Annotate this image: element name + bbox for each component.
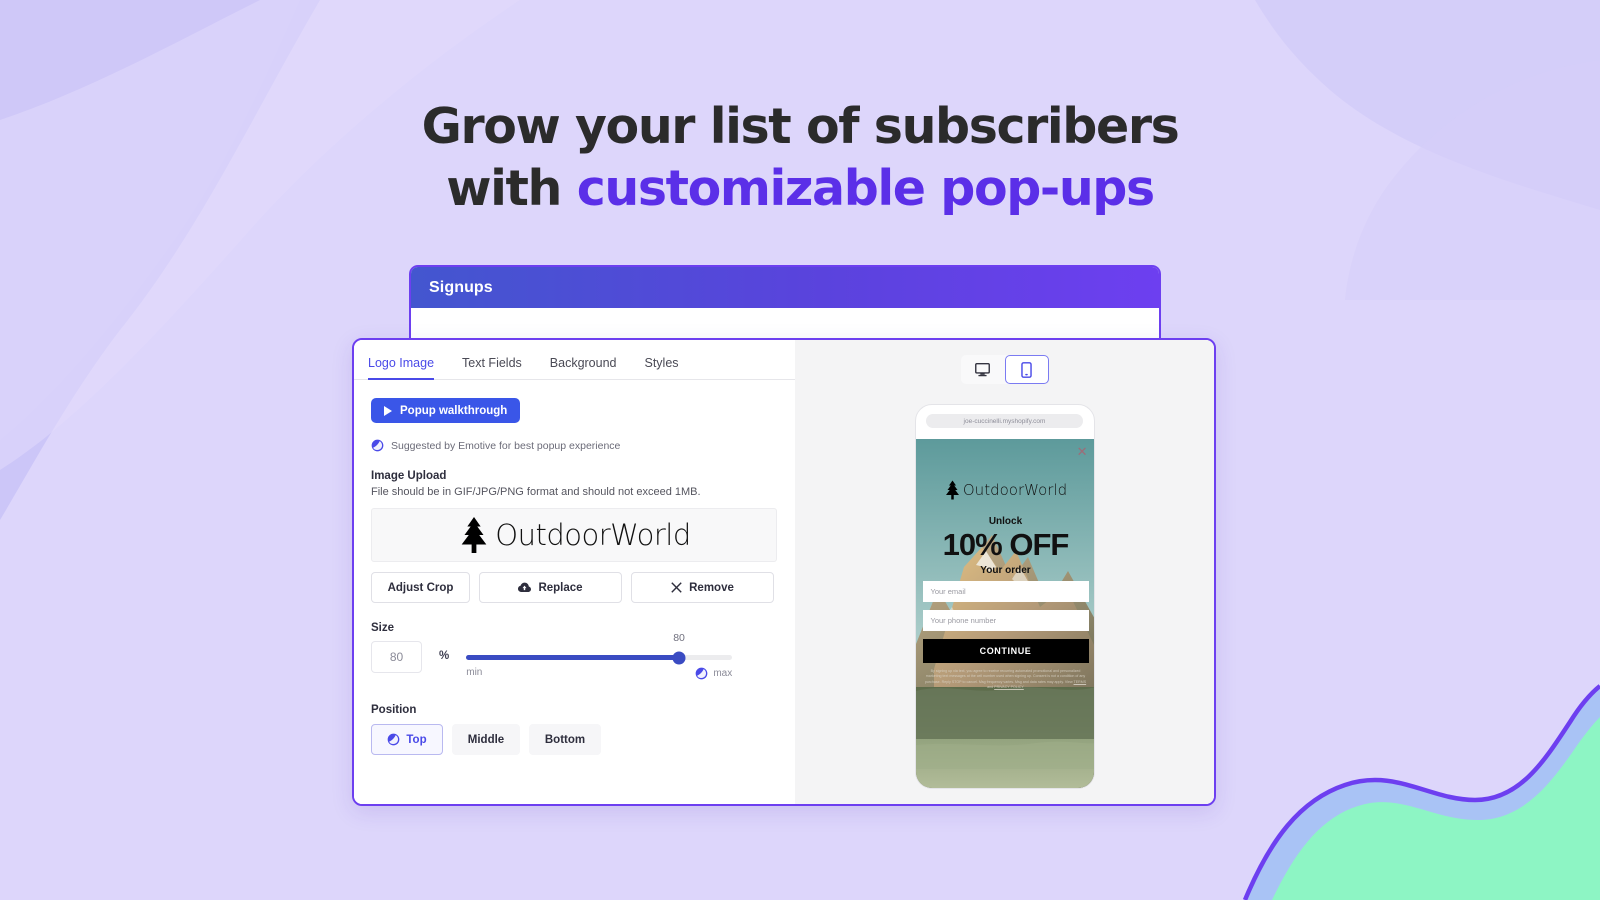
- signups-title: Signups: [429, 278, 493, 296]
- position-top-label: Top: [406, 733, 427, 746]
- monitor-icon: [975, 362, 990, 376]
- popup-continue-button[interactable]: CONTINUE: [922, 639, 1089, 663]
- headline-line-1: Grow your list of subscribers: [421, 98, 1180, 155]
- size-max-label: max: [713, 668, 733, 679]
- remove-image-button[interactable]: Remove: [631, 572, 774, 603]
- size-slider[interactable]: 80 min max: [466, 632, 733, 680]
- popup-phone-placeholder: Your phone number: [930, 616, 997, 625]
- size-unit-label: %: [439, 650, 450, 662]
- position-middle-button[interactable]: Middle: [452, 724, 520, 755]
- size-label: Size: [371, 622, 395, 634]
- phone-preview-frame: joe-cuccinelli.myshopify.com ✕ OutdoorWo…: [914, 404, 1095, 789]
- popup-preview: ✕ OutdoorWorld Unlock 10% OFF Your order…: [915, 439, 1094, 788]
- pine-tree-icon: [945, 480, 959, 500]
- popup-fine-print: By signing up via text, you agree to rec…: [925, 669, 1087, 691]
- position-label: Position: [371, 704, 417, 716]
- size-input[interactable]: [371, 641, 422, 673]
- remove-image-label: Remove: [689, 581, 734, 594]
- device-desktop-button[interactable]: [961, 355, 1005, 384]
- position-bottom-button[interactable]: Bottom: [529, 724, 601, 755]
- cloud-upload-icon: [518, 582, 532, 592]
- replace-image-button[interactable]: Replace: [479, 572, 622, 603]
- headline-line-2-prefix: with: [446, 160, 577, 217]
- headline-line-2-accent: customizable pop-ups: [576, 160, 1155, 217]
- popup-close-icon[interactable]: ✕: [1077, 445, 1088, 458]
- size-slider-thumb[interactable]: [672, 651, 686, 664]
- emotive-brand-icon: [371, 439, 384, 452]
- popup-logo-text: OutdoorWorld: [962, 481, 1068, 499]
- suggestion-text: Suggested by Emotive for best popup expe…: [391, 439, 621, 452]
- signups-titlebar: Signups: [411, 267, 1159, 308]
- image-upload-title: Image Upload: [371, 470, 447, 482]
- editor-settings-pane: Logo Image Text Fields Background Styles…: [354, 340, 795, 804]
- replace-image-label: Replace: [538, 581, 583, 594]
- popup-fine-print-and: and: [987, 685, 995, 690]
- popup-walkthrough-button[interactable]: Popup walkthrough: [371, 398, 521, 423]
- popup-walkthrough-label: Popup walkthrough: [400, 404, 508, 417]
- logo-preview-box: OutdoorWorld: [371, 508, 777, 562]
- adjust-crop-label: Adjust Crop: [387, 581, 454, 594]
- popup-preview-pane: joe-cuccinelli.myshopify.com ✕ OutdoorWo…: [795, 340, 1214, 804]
- pine-tree-icon: [461, 516, 487, 554]
- tab-styles[interactable]: Styles: [645, 356, 679, 379]
- size-slider-value: 80: [673, 632, 685, 644]
- position-options: Top Middle Bottom: [371, 724, 795, 755]
- popup-headline: 10% OFF: [942, 527, 1070, 562]
- popup-email-field[interactable]: Your email: [922, 581, 1089, 602]
- size-slider-fill: [466, 655, 680, 660]
- browser-url-bar: joe-cuccinelli.myshopify.com: [926, 414, 1083, 428]
- x-icon: [671, 582, 682, 593]
- position-bottom-label: Bottom: [544, 733, 586, 746]
- editor-tabs: Logo Image Text Fields Background Styles: [354, 340, 795, 380]
- popup-fine-print-text: By signing up via text, you agree to rec…: [924, 669, 1086, 684]
- tab-logo-image[interactable]: Logo Image: [368, 356, 435, 380]
- image-action-buttons: Adjust Crop Replace Remove: [371, 572, 795, 603]
- popup-phone-field[interactable]: Your phone number: [922, 610, 1089, 631]
- position-top-button[interactable]: Top: [371, 724, 443, 755]
- popup-terms-link[interactable]: TERMS: [1074, 680, 1087, 684]
- tab-background[interactable]: Background: [550, 356, 617, 379]
- popup-continue-label: CONTINUE: [979, 646, 1032, 656]
- popup-logo: OutdoorWorld: [916, 480, 1094, 500]
- image-upload-description: File should be in GIF/JPG/PNG format and…: [371, 486, 701, 498]
- adjust-crop-button[interactable]: Adjust Crop: [371, 572, 470, 603]
- logo-preview-text: OutdoorWorld: [495, 518, 691, 552]
- popup-eyebrow: Unlock: [988, 516, 1023, 527]
- play-icon: [384, 405, 392, 416]
- popup-email-placeholder: Your email: [930, 587, 966, 596]
- suggestion-row: Suggested by Emotive for best popup expe…: [371, 439, 795, 452]
- popup-privacy-link[interactable]: PRIVACY POLICY: [994, 685, 1024, 689]
- size-min-label: min: [466, 667, 483, 678]
- popup-subhead: Your order: [980, 565, 1031, 576]
- popup-editor-card: Logo Image Text Fields Background Styles…: [352, 338, 1216, 806]
- size-slider-track[interactable]: [466, 651, 733, 664]
- tab-text-fields[interactable]: Text Fields: [462, 356, 522, 379]
- position-middle-label: Middle: [467, 733, 505, 746]
- device-mobile-button[interactable]: [1004, 355, 1049, 384]
- emotive-brand-icon: [388, 733, 400, 746]
- browser-url-text: joe-cuccinelli.myshopify.com: [963, 417, 1046, 425]
- device-toggle: [960, 355, 1049, 384]
- phone-icon: [1021, 361, 1032, 378]
- emotive-brand-icon: [695, 667, 708, 680]
- page-title: Grow your list of subscribers with custo…: [0, 96, 1600, 220]
